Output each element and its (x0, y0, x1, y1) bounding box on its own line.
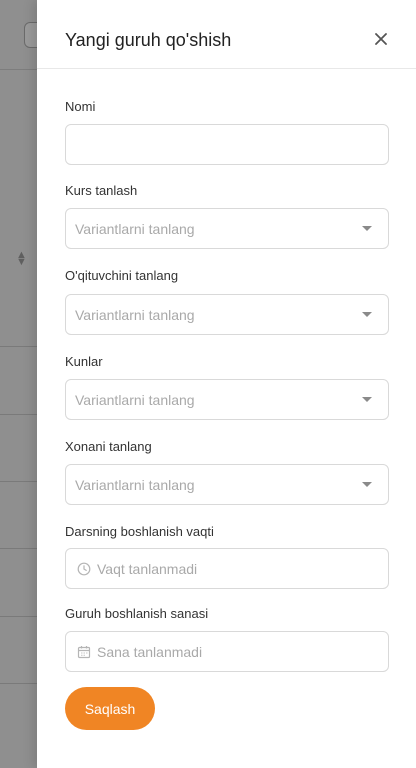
chevron-down-icon (362, 482, 372, 487)
start-date-label: Guruh boshlanish sanasi (65, 606, 209, 621)
chevron-down-icon (362, 226, 372, 231)
start-time-placeholder: Vaqt tanlanmadi (97, 561, 198, 577)
days-placeholder: Variantlarni tanlang (75, 392, 195, 408)
background-row-divider (0, 683, 40, 684)
drawer-header: Yangi guruh qo'shish (37, 0, 416, 69)
add-group-drawer: Yangi guruh qo'shish Nomi Kurs tanlash V… (37, 0, 416, 768)
background-row-divider (0, 414, 40, 415)
days-label: Kunlar (65, 354, 103, 369)
start-time-label: Darsning boshlanish vaqti (65, 524, 214, 539)
teacher-select[interactable]: Variantlarni tanlang (65, 294, 389, 335)
start-date-picker[interactable]: Sana tanlanmadi (65, 631, 389, 672)
room-placeholder: Variantlarni tanlang (75, 477, 195, 493)
course-select[interactable]: Variantlarni tanlang (65, 208, 389, 249)
name-input[interactable] (65, 124, 389, 165)
course-label: Kurs tanlash (65, 183, 138, 198)
teacher-placeholder: Variantlarni tanlang (75, 307, 195, 323)
chevron-down-icon (362, 312, 372, 317)
start-date-placeholder: Sana tanlanmadi (97, 644, 203, 660)
drawer-title: Yangi guruh qo'shish (65, 30, 232, 50)
chevron-down-icon (362, 397, 372, 402)
course-placeholder: Variantlarni tanlang (75, 221, 195, 237)
background-row-divider (0, 481, 40, 482)
background-row-divider (0, 616, 40, 617)
background-row-divider (0, 346, 40, 347)
calendar-icon (77, 645, 91, 659)
name-label: Nomi (65, 99, 96, 114)
close-icon[interactable] (374, 32, 390, 48)
days-select[interactable]: Variantlarni tanlang (65, 379, 389, 420)
background-row-divider (0, 548, 40, 549)
start-time-picker[interactable]: Vaqt tanlanmadi (65, 548, 389, 589)
save-button[interactable]: Saqlash (65, 687, 155, 730)
room-label: Xonani tanlang (65, 439, 152, 454)
teacher-label: O'qituvchini tanlang (65, 268, 179, 283)
room-select[interactable]: Variantlarni tanlang (65, 464, 389, 505)
sort-icon: ▲ ▼ (16, 249, 27, 268)
clock-icon (77, 562, 91, 576)
